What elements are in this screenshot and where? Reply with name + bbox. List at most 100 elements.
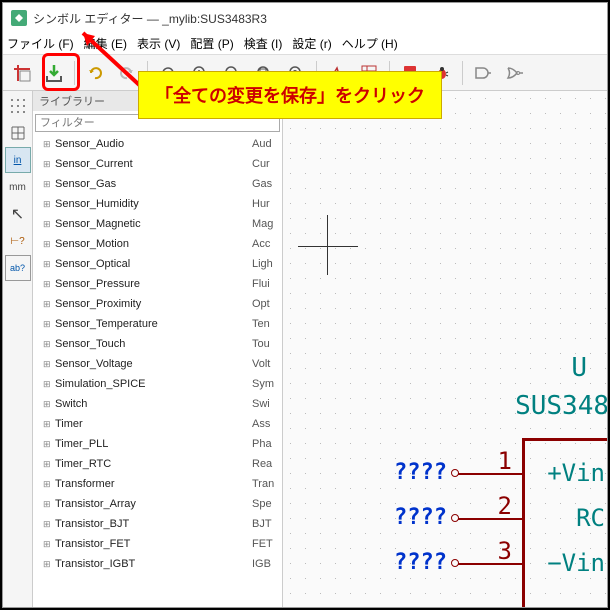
expand-icon[interactable]: ⊞ [43, 539, 55, 550]
expand-icon[interactable]: ⊞ [43, 339, 55, 350]
menu-edit[interactable]: 編集 (E) [84, 35, 127, 52]
grid2-button[interactable] [5, 120, 31, 146]
pin-endpoint[interactable] [451, 469, 459, 477]
tree-item[interactable]: ⊞Sensor_OpticalLigh [33, 254, 282, 274]
tree-item[interactable]: ⊞Sensor_VoltageVolt [33, 354, 282, 374]
tree-item-desc: BJT [252, 518, 282, 530]
expand-icon[interactable]: ⊞ [43, 319, 55, 330]
tree-item[interactable]: ⊞Sensor_CurrentCur [33, 154, 282, 174]
expand-icon[interactable]: ⊞ [43, 239, 55, 250]
tree-item[interactable]: ⊞Timer_RTCRea [33, 454, 282, 474]
new-button[interactable] [7, 58, 37, 88]
tree-item-name: Sensor_Proximity [55, 298, 252, 310]
menu-help[interactable]: ヘルプ (H) [342, 35, 398, 52]
ab-button[interactable]: ab? [5, 255, 31, 281]
separator [462, 61, 463, 85]
tree-item[interactable]: ⊞TimerAss [33, 414, 282, 434]
cursor-button[interactable]: ↖ [5, 201, 31, 227]
content-area: in mm ↖ ⊢? ab? ライブラリー ⊞Sensor_AudioAud⊞S… [3, 91, 607, 607]
tree-item[interactable]: ⊞Simulation_SPICESym [33, 374, 282, 394]
pin-endpoint[interactable] [451, 559, 459, 567]
tree-item[interactable]: ⊞SwitchSwi [33, 394, 282, 414]
gate2-button[interactable] [500, 58, 530, 88]
symbol-value[interactable]: SUS348 [515, 391, 607, 421]
tree-item-desc: Ass [252, 418, 282, 430]
pin-unknown: ???? [394, 505, 447, 530]
tree-item-desc: Gas [252, 178, 282, 190]
expand-icon[interactable]: ⊞ [43, 359, 55, 370]
tree-item-name: Transformer [55, 478, 252, 490]
tree-item[interactable]: ⊞Transistor_IGBTIGB [33, 554, 282, 574]
expand-icon[interactable]: ⊞ [43, 499, 55, 510]
tree-item[interactable]: ⊞Sensor_ProximityOpt [33, 294, 282, 314]
tree-item[interactable]: ⊞Transistor_ArraySpe [33, 494, 282, 514]
tree-item-desc: Opt [252, 298, 282, 310]
tree-item-desc: Ligh [252, 258, 282, 270]
tree-item-desc: Hur [252, 198, 282, 210]
expand-icon[interactable]: ⊞ [43, 459, 55, 470]
expand-icon[interactable]: ⊞ [43, 139, 55, 150]
menu-inspect[interactable]: 検査 (I) [244, 35, 283, 52]
undo-button[interactable] [80, 58, 110, 88]
expand-icon[interactable]: ⊞ [43, 199, 55, 210]
tree-item-desc: Mag [252, 218, 282, 230]
tree-item-desc: Sym [252, 378, 282, 390]
expand-icon[interactable]: ⊞ [43, 159, 55, 170]
pin-endpoint[interactable] [451, 514, 459, 522]
expand-icon[interactable]: ⊞ [43, 299, 55, 310]
expand-icon[interactable]: ⊞ [43, 219, 55, 230]
pin-number[interactable]: 2 [498, 492, 512, 520]
canvas[interactable]: U SUS348 1+Vin????2RC????3−Vin???? [283, 91, 607, 607]
symbol-ref[interactable]: U [571, 353, 587, 383]
tree-item[interactable]: ⊞TransformerTran [33, 474, 282, 494]
pin-number[interactable]: 3 [498, 537, 512, 565]
pin-name[interactable]: +Vin [547, 459, 605, 487]
tree-item-name: Transistor_FET [55, 538, 252, 550]
tree-item[interactable]: ⊞Sensor_TouchTou [33, 334, 282, 354]
menu-place[interactable]: 配置 (P) [190, 35, 233, 52]
tree-item[interactable]: ⊞Sensor_MagneticMag [33, 214, 282, 234]
unit-in-button[interactable]: in [5, 147, 31, 173]
left-toolbar: in mm ↖ ⊢? ab? [3, 91, 33, 607]
expand-icon[interactable]: ⊞ [43, 399, 55, 410]
tree-item-name: Sensor_Temperature [55, 318, 252, 330]
expand-icon[interactable]: ⊞ [43, 439, 55, 450]
tree-item-desc: Swi [252, 398, 282, 410]
tree-item-desc: Tran [252, 478, 282, 490]
pin-name[interactable]: −Vin [547, 549, 605, 577]
menu-file[interactable]: ファイル (F) [7, 35, 74, 52]
tree-item[interactable]: ⊞Sensor_GasGas [33, 174, 282, 194]
expand-icon[interactable]: ⊞ [43, 379, 55, 390]
tree-item-desc: Acc [252, 238, 282, 250]
library-tree-panel: ライブラリー ⊞Sensor_AudioAud⊞Sensor_CurrentCu… [33, 91, 283, 607]
expand-icon[interactable]: ⊞ [43, 419, 55, 430]
pin-number[interactable]: 1 [498, 447, 512, 475]
tree-item[interactable]: ⊞Sensor_HumidityHur [33, 194, 282, 214]
pin-q-button[interactable]: ⊢? [5, 228, 31, 254]
expand-icon[interactable]: ⊞ [43, 279, 55, 290]
gate-button[interactable] [468, 58, 498, 88]
tree-item[interactable]: ⊞Transistor_FETFET [33, 534, 282, 554]
menu-view[interactable]: 表示 (V) [137, 35, 180, 52]
expand-icon[interactable]: ⊞ [43, 479, 55, 490]
tree-item[interactable]: ⊞Transistor_BJTBJT [33, 514, 282, 534]
tree-item[interactable]: ⊞Sensor_AudioAud [33, 134, 282, 154]
tree-list[interactable]: ⊞Sensor_AudioAud⊞Sensor_CurrentCur⊞Senso… [33, 134, 282, 607]
expand-icon[interactable]: ⊞ [43, 179, 55, 190]
tree-item[interactable]: ⊞Sensor_TemperatureTen [33, 314, 282, 334]
tree-item[interactable]: ⊞Sensor_PressureFlui [33, 274, 282, 294]
expand-icon[interactable]: ⊞ [43, 259, 55, 270]
menu-settings[interactable]: 設定 (r) [292, 35, 331, 52]
grid1-button[interactable] [5, 93, 31, 119]
expand-icon[interactable]: ⊞ [43, 559, 55, 570]
tree-item[interactable]: ⊞Timer_PLLPha [33, 434, 282, 454]
pin-name[interactable]: RC [576, 504, 605, 532]
tree-item-name: Transistor_BJT [55, 518, 252, 530]
tree-item[interactable]: ⊞Sensor_MotionAcc [33, 234, 282, 254]
save-button[interactable] [39, 58, 69, 88]
tooltip-callout: 「全ての変更を保存」をクリック [138, 71, 442, 119]
separator [74, 61, 75, 85]
unit-mm-button[interactable]: mm [5, 174, 31, 200]
expand-icon[interactable]: ⊞ [43, 519, 55, 530]
tree-item-desc: Volt [252, 358, 282, 370]
